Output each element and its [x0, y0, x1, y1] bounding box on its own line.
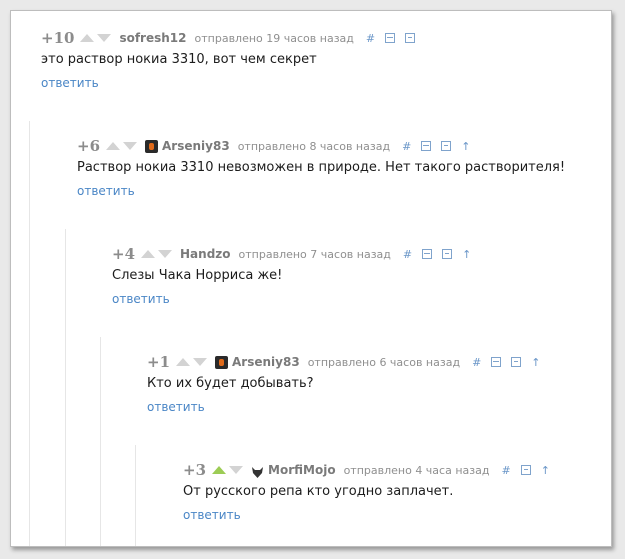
comment-header: +4 Handzo отправлено 7 часов назад # ↑ — [112, 245, 481, 263]
thread-line — [29, 121, 30, 546]
collapse-icon[interactable] — [421, 141, 432, 151]
save-icon[interactable] — [520, 465, 531, 475]
username[interactable]: Arseniy83 — [232, 355, 300, 369]
username[interactable]: Handzo — [180, 247, 231, 261]
reply-link[interactable]: ответить — [112, 292, 170, 306]
reply-link[interactable]: ответить — [41, 76, 99, 90]
downvote-icon[interactable] — [193, 358, 208, 366]
parent-arrow-icon[interactable]: ↑ — [462, 248, 471, 261]
reply-link[interactable]: ответить — [77, 184, 135, 198]
parent-arrow-icon[interactable]: ↑ — [541, 464, 550, 477]
comment-header: +3 MorfiMojo отправлено 4 часа назад # ↑ — [183, 461, 560, 479]
comment-time: отправлено 7 часов назад — [238, 247, 391, 261]
comment-header: +10 sofresh12 отправлено 19 часов назад … — [41, 29, 425, 47]
comment-rating: +1 — [147, 353, 171, 371]
downvote-icon[interactable] — [229, 466, 244, 474]
comment-header: +1 Arseniy83 отправлено 6 часов назад # … — [147, 353, 551, 371]
comment-header: +6 Arseniy83 отправлено 8 часов назад # … — [77, 137, 481, 155]
upvote-icon[interactable] — [212, 466, 227, 474]
upvote-icon[interactable] — [106, 142, 121, 150]
comment-text: Раствор нокиа 3310 невозможен в природе.… — [77, 160, 566, 175]
collapse-icon[interactable] — [385, 33, 396, 43]
comment-rating: +10 — [41, 29, 75, 47]
comment-time: отправлено 8 часов назад — [237, 139, 391, 153]
upvote-icon[interactable] — [176, 358, 191, 366]
reply-link[interactable]: ответить — [183, 508, 241, 522]
comment-time: отправлено 6 часов назад — [307, 355, 461, 369]
comment-time: отправлено 4 часа назад — [343, 463, 490, 477]
permalink-hash[interactable]: # — [366, 32, 375, 45]
upvote-icon[interactable] — [80, 34, 95, 42]
comment-text: это раствор нокиа 3310, вот чем секрет — [41, 52, 317, 67]
username[interactable]: sofresh12 — [119, 31, 186, 45]
permalink-hash[interactable]: # — [472, 356, 481, 369]
username[interactable]: Arseniy83 — [162, 139, 230, 153]
avatar[interactable] — [215, 355, 229, 369]
reply-link[interactable]: ответить — [147, 400, 205, 414]
wolf-avatar-icon[interactable] — [251, 464, 264, 478]
comment-time: отправлено 19 часов назад — [194, 31, 354, 45]
downvote-icon[interactable] — [97, 34, 112, 42]
parent-arrow-icon[interactable]: ↑ — [461, 140, 470, 153]
comment-rating: +3 — [183, 461, 207, 479]
comment-rating: +4 — [112, 245, 136, 263]
save-icon[interactable] — [442, 249, 453, 259]
save-icon[interactable] — [441, 141, 452, 151]
upvote-icon[interactable] — [141, 250, 156, 258]
comment-text: От русского репа кто угодно заплачет. — [183, 484, 454, 499]
comment-text: Кто их будет добывать? — [147, 376, 314, 391]
save-icon[interactable] — [405, 33, 416, 43]
permalink-hash[interactable]: # — [501, 464, 510, 477]
comments-frame: +10 sofresh12 отправлено 19 часов назад … — [10, 10, 612, 547]
avatar[interactable] — [145, 139, 159, 153]
downvote-icon[interactable] — [123, 142, 138, 150]
parent-arrow-icon[interactable]: ↑ — [531, 356, 540, 369]
username[interactable]: MorfiMojo — [268, 463, 336, 477]
collapse-icon[interactable] — [422, 249, 433, 259]
thread-line — [65, 229, 66, 546]
downvote-icon[interactable] — [158, 250, 173, 258]
comment-rating: +6 — [77, 137, 101, 155]
thread-line — [100, 337, 101, 546]
permalink-hash[interactable]: # — [402, 140, 411, 153]
thread-line — [135, 445, 136, 546]
save-icon[interactable] — [511, 357, 522, 367]
permalink-hash[interactable]: # — [403, 248, 412, 261]
comment-text: Слезы Чака Норриса же! — [112, 268, 283, 283]
collapse-icon[interactable] — [491, 357, 502, 367]
